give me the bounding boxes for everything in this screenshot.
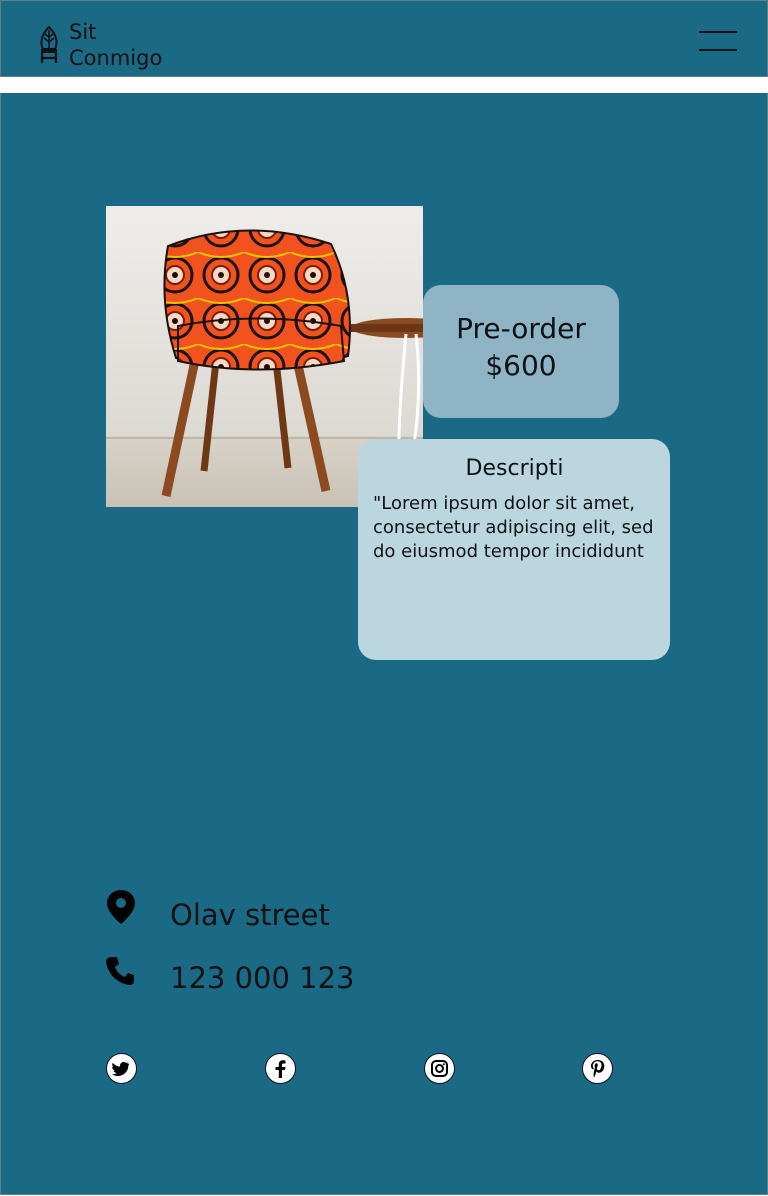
brand-logo[interactable]: Sit Conmigo [37,19,177,75]
menu-bar-top [699,31,737,33]
description-title: Descripti [465,456,564,481]
top-header: Sit Conmigo [0,0,768,77]
hamburger-menu-icon[interactable] [699,28,737,52]
description-text: "Lorem ipsum dolor sit amet, consectetur… [373,493,654,562]
price-label: $600 [485,349,557,382]
twitter-icon[interactable] [106,1053,137,1084]
twitter-bird-glyph [111,1061,130,1077]
chair-leaf-icon [40,25,58,63]
map-pin-icon [107,890,135,924]
brand-line-1: Sit [69,20,97,44]
preorder-label: Pre-order [456,312,586,345]
brand-name: Sit Conmigo [69,19,162,71]
description-card: Descripti "Lorem ipsum dolor sit amet, c… [358,439,670,660]
brand-line-2: Conmigo [69,46,163,70]
phone-text: 123 000 123 [170,961,355,995]
facebook-f-glyph [275,1060,286,1078]
menu-bar-bottom [699,49,737,51]
facebook-icon[interactable] [265,1053,296,1084]
instagram-icon[interactable] [424,1053,455,1084]
instagram-camera-glyph [431,1060,448,1077]
address-text: Olav street [170,898,330,932]
phone-icon [106,957,134,985]
pinterest-icon[interactable] [582,1053,613,1084]
preorder-card[interactable]: Pre-order $600 [423,285,619,418]
pinterest-p-glyph [591,1060,605,1078]
